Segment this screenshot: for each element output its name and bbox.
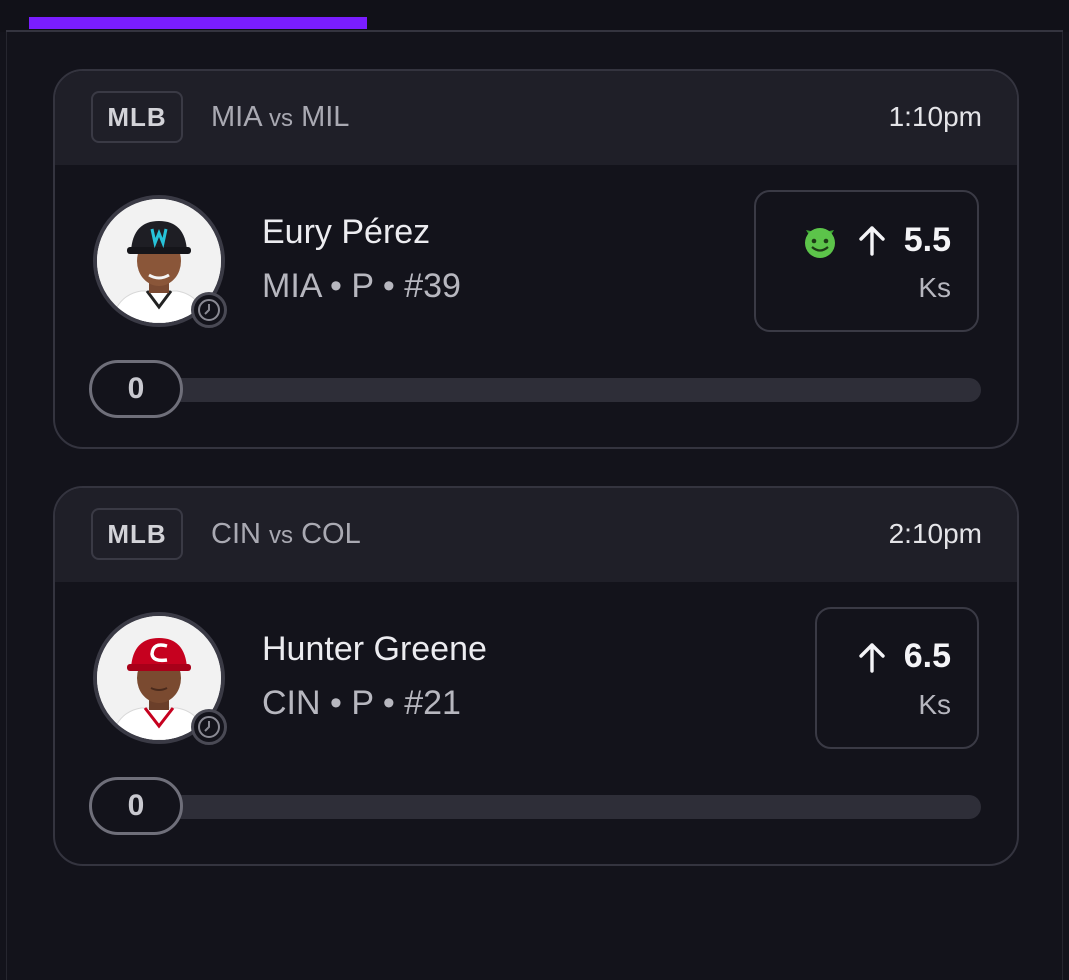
left-border <box>6 32 7 980</box>
game-time: 1:10pm <box>888 101 982 132</box>
league-badge: MLB <box>91 91 183 143</box>
versus-label: vs <box>269 522 294 549</box>
player-meta: CIN • P • #21 <box>262 684 461 722</box>
progress-track <box>90 378 981 402</box>
line-row: 6.5 <box>854 637 951 676</box>
card-header: MLB CIN vs COL 2:10pm <box>55 488 1017 582</box>
top-divider <box>6 30 1063 32</box>
line-value: 6.5 <box>903 637 951 675</box>
page: MLB MIA vs MIL 1:10pm Eury Pérez MIA • P… <box>0 0 1069 980</box>
clock-icon <box>191 292 227 328</box>
line-value: 5.5 <box>903 220 951 259</box>
progress-track <box>90 795 981 819</box>
home-team: CIN <box>211 518 261 550</box>
away-team: COL <box>301 518 361 550</box>
player-name: Eury Pérez <box>262 213 431 251</box>
pick-card[interactable]: MLB CIN vs COL 2:10pm Hunter Greene CIN … <box>53 486 1019 866</box>
pick-card[interactable]: MLB MIA vs MIL 1:10pm Eury Pérez MIA • P… <box>53 69 1019 449</box>
clock-icon <box>191 709 227 745</box>
versus-label: vs <box>269 105 294 132</box>
line-box[interactable]: 5.5 Ks <box>754 190 979 332</box>
right-border <box>1062 32 1063 980</box>
stat-count: 0 <box>89 360 183 418</box>
player-meta: MIA • P • #39 <box>262 267 461 305</box>
arrow-up-icon <box>859 226 885 256</box>
devil-icon <box>804 228 835 258</box>
player-name: Hunter Greene <box>262 630 487 668</box>
progress-indicator <box>29 17 367 29</box>
home-team: MIA <box>211 101 261 133</box>
league-badge: MLB <box>91 508 183 560</box>
matchup: MIA vs MIL <box>211 101 349 134</box>
line-box[interactable]: 6.5 Ks <box>815 607 979 749</box>
stat-count: 0 <box>89 777 183 835</box>
line-row: 5.5 <box>800 220 951 260</box>
arrow-up-icon <box>859 642 885 673</box>
line-stat: Ks <box>918 689 951 720</box>
matchup: CIN vs COL <box>211 518 361 551</box>
away-team: MIL <box>301 101 350 133</box>
card-header: MLB MIA vs MIL 1:10pm <box>55 71 1017 165</box>
game-time: 2:10pm <box>888 518 982 549</box>
line-stat: Ks <box>918 272 951 303</box>
